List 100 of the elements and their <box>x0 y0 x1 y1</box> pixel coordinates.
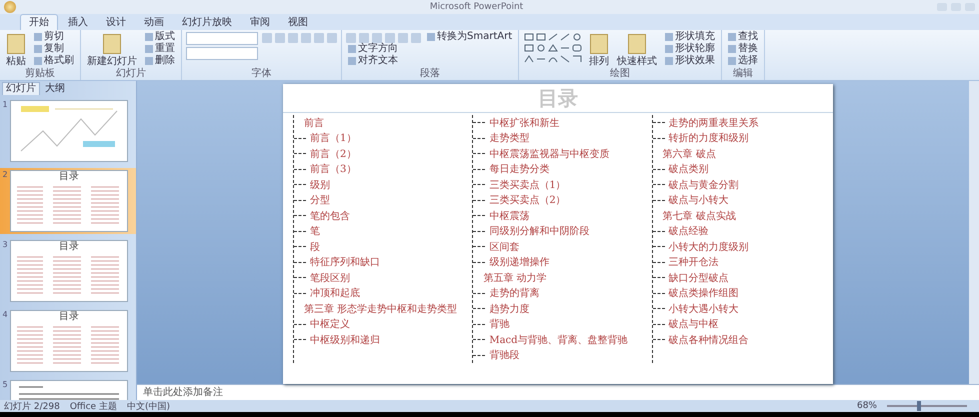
toc-entry: 小转大遇小转大 <box>668 302 739 316</box>
panel-tab[interactable]: 大纲 <box>42 83 68 95</box>
toc-entry: 破点经验 <box>668 224 709 238</box>
branch-line <box>294 324 306 325</box>
group-label: 段落 <box>419 68 442 80</box>
toc-entry: 缺口分型破点 <box>668 272 729 285</box>
toc-entry: 三种开仓法 <box>668 256 719 270</box>
toc-entry: 区间套 <box>489 240 520 254</box>
toc-entry: 前言（1） <box>310 132 356 146</box>
branch-line <box>294 292 306 294</box>
toc-entry: 级别递增操作 <box>489 256 550 270</box>
ribbon-button[interactable]: 新建幻灯片 <box>85 31 139 67</box>
font-field[interactable] <box>186 47 258 60</box>
theme-name: Office 主题 <box>70 400 117 412</box>
toc-entry: 趋势力度 <box>489 302 530 316</box>
branch-line <box>652 308 665 310</box>
ribbon-button[interactable]: 文字方向 <box>346 43 421 55</box>
toc-entry: 转折的力度和级别 <box>668 132 749 146</box>
ribbon-button[interactable]: 形状效果 <box>663 55 718 67</box>
ribbon-tab[interactable]: 幻灯片放映 <box>174 15 240 30</box>
thumbnail-title: 目录 <box>59 241 79 253</box>
ribbon-tab[interactable]: 开始 <box>20 14 58 30</box>
toc-entry: 级别 <box>310 178 330 192</box>
toc-entry: 特征序列和缺口 <box>310 256 380 270</box>
slide-number: 2 <box>1 170 9 179</box>
font-field[interactable] <box>186 32 258 45</box>
group-label: 幻灯片 <box>115 68 147 80</box>
branch-line <box>473 324 486 325</box>
toc-entry: 第七章 破点实战 <box>662 210 736 223</box>
ribbon-button[interactable]: 选择 <box>726 55 760 67</box>
toc-entry: 前言（2） <box>310 148 356 161</box>
toc-entry: 笔的包含 <box>310 210 350 223</box>
toc-entry: 段 <box>310 240 320 254</box>
ribbon-tab[interactable]: 审阅 <box>242 15 278 30</box>
toc-entry: 分型 <box>310 194 330 208</box>
ribbon-tab[interactable]: 视图 <box>280 15 316 30</box>
thumbnail-title: 目录 <box>59 311 79 323</box>
panel-tab[interactable]: 幻灯片 <box>2 82 40 95</box>
ribbon-button[interactable]: 形状填充 <box>663 31 718 43</box>
slide-thumbnail[interactable]: 目录 <box>10 310 128 372</box>
branch-line <box>294 339 306 340</box>
zoom-level: 68% <box>856 401 877 411</box>
ribbon-button[interactable]: 复制 <box>32 43 76 55</box>
toc-entry: 笔段区别 <box>310 272 350 285</box>
thumbnail-row[interactable]: 1 <box>0 98 136 164</box>
ribbon-button[interactable]: 粘贴 <box>4 31 28 67</box>
branch-line <box>652 184 665 186</box>
group-label: 字体 <box>250 68 272 80</box>
toc-entry: 破点与黄金分割 <box>668 178 739 192</box>
toc-entry: Macd与背驰、背离、盘整背驰 <box>489 334 628 347</box>
ribbon-button[interactable]: 格式刷 <box>32 55 76 67</box>
office-button[interactable] <box>4 1 16 13</box>
ribbon-button[interactable]: 删除 <box>143 55 177 67</box>
thumbnail-row[interactable]: 5 <box>0 378 136 400</box>
slide-number: 1 <box>1 100 9 109</box>
ribbon-tab[interactable]: 插入 <box>60 15 96 30</box>
group-label: 编辑 <box>732 68 754 80</box>
toc-entry: 第六章 破点 <box>662 148 716 161</box>
ribbon-button[interactable]: 形状轮廓 <box>663 43 718 55</box>
slide-thumbnail[interactable]: 目录 <box>10 240 128 302</box>
ribbon-tab[interactable]: 动画 <box>136 15 172 30</box>
ribbon-button[interactable]: 重置 <box>143 43 177 55</box>
branch-line <box>652 339 665 340</box>
thumbnail-row[interactable]: 4 目录 <box>0 308 136 374</box>
branch-line <box>294 138 306 139</box>
toc-entry: 背驰 <box>489 318 510 332</box>
toc-entry: 前言 <box>303 116 324 130</box>
thumbnail-row[interactable]: 2 目录 <box>0 168 136 234</box>
notes-field[interactable]: 单击此处添加备注 <box>137 384 979 400</box>
ribbon-button[interactable]: 对齐文本 <box>346 55 421 67</box>
ribbon-button[interactable]: 查找 <box>726 31 760 43</box>
toc-entry: 中枢震荡监视器与中枢变质 <box>489 148 610 161</box>
slide-number: 5 <box>1 380 9 389</box>
toc-entry: 第五章 动力学 <box>482 272 547 285</box>
toc-entry: 破点各种情况组合 <box>668 334 749 347</box>
branch-line <box>652 324 665 325</box>
slide-counter: 幻灯片 2/298 <box>4 400 60 412</box>
toc-entry: 破点与中枢 <box>668 318 719 332</box>
toc-entry: 第三章 形态学走势中枢和走势类型 <box>303 302 458 316</box>
ribbon-button[interactable]: 快速样式 <box>615 31 660 67</box>
ribbon-button[interactable]: 排列 <box>587 31 612 67</box>
toc-entry: 走势类型 <box>489 132 530 146</box>
toc-entry: 中枢震荡 <box>489 210 530 223</box>
zoom-slider-thumb[interactable] <box>917 401 921 411</box>
branch-line <box>294 184 306 186</box>
toc-entry: 走势的两重表里关系 <box>668 116 759 130</box>
toc-entry: 每日走势分类 <box>489 162 550 176</box>
ribbon-button[interactable]: 版式 <box>143 31 177 43</box>
toc-entry: 三类买卖点（1） <box>489 178 566 192</box>
ribbon-tab[interactable]: 设计 <box>98 15 134 30</box>
slide-thumbnail[interactable]: 目录 <box>10 170 128 232</box>
slide-number: 3 <box>1 240 9 249</box>
thumbnail-row[interactable]: 3 目录 <box>0 238 136 304</box>
scrollbar[interactable] <box>969 81 979 384</box>
ribbon-button[interactable]: 转换为SmartArt <box>425 31 514 43</box>
branch-line <box>652 292 665 294</box>
ribbon-button[interactable]: 剪切 <box>32 31 76 43</box>
group-label: 剪贴板 <box>24 68 56 80</box>
ribbon-button[interactable]: 替换 <box>726 43 760 55</box>
branch-line <box>473 153 486 154</box>
